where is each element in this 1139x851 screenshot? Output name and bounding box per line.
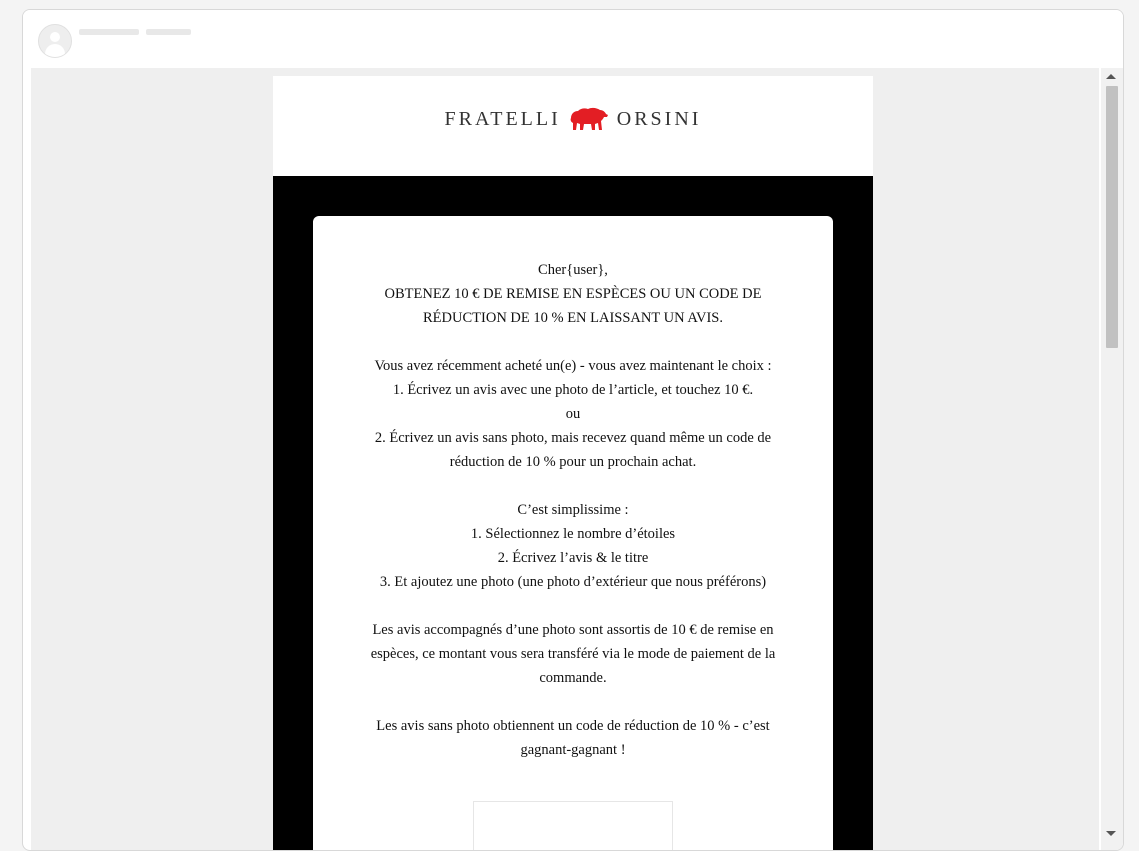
bear-icon bbox=[570, 107, 608, 130]
vertical-scrollbar[interactable] bbox=[1101, 68, 1123, 850]
message-content: Cher{user}, OBTENEZ 10 € DE REMISE EN ES… bbox=[353, 258, 793, 762]
sender-name-placeholder bbox=[79, 29, 139, 35]
option-2-line-2: réduction de 10 % pour un prochain achat… bbox=[449, 454, 697, 470]
step-2: 2. Écrivez l’avis & le titre bbox=[497, 550, 649, 566]
email-body: FRATELLI ORSINI Cher{user}, OBTENEZ 10 €… bbox=[273, 76, 873, 850]
option-1: 1. Écrivez un avis avec une photo de l’a… bbox=[392, 382, 754, 398]
sender-email-placeholder bbox=[146, 29, 191, 35]
review-button-placeholder[interactable] bbox=[473, 801, 673, 850]
message-card: Cher{user}, OBTENEZ 10 € DE REMISE EN ES… bbox=[313, 216, 833, 850]
email-viewport[interactable]: FRATELLI ORSINI Cher{user}, OBTENEZ 10 €… bbox=[31, 68, 1099, 850]
avatar bbox=[38, 24, 72, 58]
brand-left-word: FRATELLI bbox=[444, 107, 561, 130]
brand-logo: FRATELLI ORSINI bbox=[273, 106, 873, 132]
step-1: 1. Sélectionnez le nombre d’étoiles bbox=[470, 526, 676, 542]
preview-header bbox=[23, 10, 1123, 68]
choice-intro: Vous avez récemment acheté un(e) - vous … bbox=[374, 358, 772, 374]
scroll-thumb[interactable] bbox=[1106, 86, 1118, 348]
scroll-down-arrow-icon[interactable] bbox=[1106, 831, 1116, 836]
photo-reward-line-1: Les avis accompagnés d’une photo sont as… bbox=[372, 622, 774, 638]
brand-right-word: ORSINI bbox=[616, 107, 702, 130]
no-photo-line-2: gagnant-gagnant ! bbox=[520, 742, 626, 758]
no-photo-line-1: Les avis sans photo obtiennent un code d… bbox=[376, 718, 770, 734]
email-preview-window: FRATELLI ORSINI Cher{user}, OBTENEZ 10 €… bbox=[22, 9, 1124, 851]
email-header: FRATELLI ORSINI bbox=[273, 76, 873, 176]
option-2-line-1: 2. Écrivez un avis sans photo, mais rece… bbox=[374, 430, 772, 446]
scroll-up-arrow-icon[interactable] bbox=[1106, 74, 1116, 79]
headline-line-1: OBTENEZ 10 € DE REMISE EN ESPÈCES OU UN … bbox=[384, 286, 762, 302]
photo-reward-line-3: commande. bbox=[539, 670, 607, 686]
greeting: Cher{user}, bbox=[538, 262, 608, 278]
step-3: 3. Et ajoutez une photo (une photo d’ext… bbox=[379, 574, 767, 590]
photo-reward-line-2: espèces, ce montant vous sera transféré … bbox=[370, 646, 776, 662]
headline-line-2: RÉDUCTION DE 10 % EN LAISSANT UN AVIS. bbox=[423, 310, 723, 326]
or-separator: ou bbox=[565, 406, 581, 422]
steps-intro: C’est simplissime : bbox=[517, 502, 629, 518]
